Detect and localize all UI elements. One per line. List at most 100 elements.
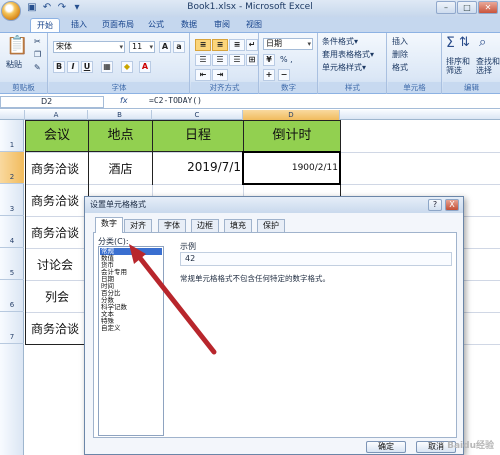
tab-insert[interactable]: 插入 — [65, 18, 93, 32]
number-format-combo[interactable]: 日期 — [263, 38, 313, 50]
tab-fill[interactable]: 填充 — [224, 219, 252, 232]
insert-cells-button[interactable]: 插入 — [392, 36, 408, 47]
window-controls: – □ ✕ — [436, 1, 498, 14]
sort-filter-button[interactable]: 排序和筛选 — [446, 57, 476, 75]
select-all-corner[interactable] — [0, 110, 25, 120]
italic-button[interactable]: I — [67, 61, 79, 73]
currency-icon[interactable]: ¥ — [263, 54, 275, 66]
tab-border[interactable]: 边框 — [191, 219, 219, 232]
font-name-combo[interactable]: 宋体 — [53, 41, 125, 53]
office-button[interactable] — [1, 1, 21, 21]
cell-c2[interactable]: 2019/7/1 — [153, 160, 241, 174]
row-header[interactable]: 5 — [0, 248, 24, 280]
increase-decimal-icon[interactable]: + — [263, 69, 275, 81]
tab-review[interactable]: 审阅 — [208, 18, 236, 32]
cell-a2[interactable]: 商务洽谈 — [31, 160, 79, 177]
number-tab-panel: 分类(C): 常规 数值 货币 会计专用 日期 时间 百分比 分数 科学记数 文… — [93, 232, 457, 438]
cell-a6[interactable]: 列会 — [45, 288, 69, 305]
cell-a4[interactable]: 商务洽谈 — [31, 224, 79, 241]
group-styles: 条件格式▾ 套用表格格式▾ 单元格样式▾ 样式 — [319, 33, 387, 94]
bold-button[interactable]: B — [53, 61, 65, 73]
cell-styles-button[interactable]: 单元格样式▾ — [322, 62, 366, 73]
percent-comma-buttons[interactable]: % , — [280, 55, 293, 64]
fill-color-icon[interactable]: ◆ — [121, 61, 133, 73]
decrease-decimal-icon[interactable]: − — [278, 69, 290, 81]
category-listbox[interactable]: 常规 数值 货币 会计专用 日期 时间 百分比 分数 科学记数 文本 特殊 自定… — [98, 246, 164, 436]
paste-icon[interactable]: 📋 — [6, 35, 28, 56]
decrease-indent-icon[interactable]: ⇤ — [195, 69, 211, 81]
row-header[interactable]: 7 — [0, 312, 24, 344]
active-cell-d2 — [242, 151, 341, 185]
delete-cells-button[interactable]: 删除 — [392, 49, 408, 60]
column-header-d[interactable]: D — [243, 110, 340, 120]
list-item[interactable]: 自定义 — [100, 325, 162, 332]
name-box[interactable]: D2 — [0, 96, 104, 108]
tab-font[interactable]: 字体 — [158, 219, 186, 232]
merge-center-icon[interactable]: ⊞ — [246, 54, 258, 66]
row-header[interactable]: 2 — [0, 152, 24, 184]
tab-page-layout[interactable]: 页面布局 — [98, 18, 138, 32]
align-bottom-icon[interactable]: ≡ — [229, 39, 245, 51]
help-button[interactable]: ? — [428, 199, 442, 211]
tab-number[interactable]: 数字 — [95, 217, 123, 233]
copy-icon[interactable]: ❐ — [34, 50, 41, 59]
format-painter-icon[interactable]: ✎ — [34, 63, 41, 72]
align-right-icon[interactable]: ☰ — [229, 54, 245, 66]
header-cell-location[interactable]: 地点 — [88, 120, 153, 152]
cell-a7[interactable]: 商务洽谈 — [31, 320, 79, 337]
close-button[interactable]: ✕ — [478, 1, 498, 14]
minimize-button[interactable]: – — [436, 1, 456, 14]
align-top-icon[interactable]: ≡ — [195, 39, 211, 51]
find-icon[interactable]: ⌕ — [479, 35, 486, 50]
row-header[interactable]: 6 — [0, 280, 24, 312]
cell-b2[interactable]: 酒店 — [89, 160, 152, 177]
font-color-icon[interactable]: A — [139, 61, 151, 73]
tab-alignment[interactable]: 对齐 — [124, 219, 152, 232]
column-header-b[interactable]: B — [88, 110, 152, 120]
group-number: 日期 ¥ % , + − 数字 — [260, 33, 318, 94]
row-header[interactable]: 3 — [0, 184, 24, 216]
format-cells-button[interactable]: 格式 — [392, 62, 408, 73]
group-label: 单元格 — [388, 82, 441, 93]
align-left-icon[interactable]: ☰ — [195, 54, 211, 66]
header-cell-countdown[interactable]: 倒计时 — [243, 120, 341, 152]
wrap-text-icon[interactable]: ↵ — [246, 39, 258, 51]
sort-filter-icon[interactable]: ⇅ — [459, 35, 470, 50]
font-size-combo[interactable]: 11 — [129, 41, 155, 53]
column-headers: A B C D — [0, 110, 500, 120]
find-select-button[interactable]: 查找和选择 — [476, 57, 500, 75]
column-header-a[interactable]: A — [25, 110, 88, 120]
fx-icon[interactable]: fx — [120, 96, 128, 105]
tab-formulas[interactable]: 公式 — [142, 18, 170, 32]
row-header[interactable]: 4 — [0, 216, 24, 248]
group-label: 对齐方式 — [191, 82, 258, 93]
underline-button[interactable]: U — [81, 61, 93, 73]
cell-a3[interactable]: 商务洽谈 — [31, 192, 79, 209]
tab-data[interactable]: 数据 — [175, 18, 203, 32]
tab-protection[interactable]: 保护 — [257, 219, 285, 232]
shrink-font-icon[interactable]: a — [173, 41, 185, 53]
header-cell-meeting[interactable]: 会议 — [25, 120, 89, 152]
cell-a5[interactable]: 讨论会 — [37, 256, 73, 273]
grow-font-icon[interactable]: A — [159, 41, 171, 53]
column-header-e[interactable] — [340, 110, 500, 120]
format-cells-dialog: 设置单元格格式 ? X 数字 对齐 字体 边框 填充 保护 分类(C): 常规 … — [84, 196, 464, 455]
formula-input[interactable]: =C2-TODAY() — [149, 96, 202, 105]
sigma-icon[interactable]: Σ — [446, 35, 455, 51]
tab-home[interactable]: 开始 — [30, 18, 60, 32]
column-header-c[interactable]: C — [152, 110, 243, 120]
maximize-button[interactable]: □ — [457, 1, 477, 14]
cut-icon[interactable]: ✂ — [34, 37, 41, 46]
conditional-format-button[interactable]: 条件格式▾ — [322, 36, 358, 47]
border-icon[interactable]: ▦ — [101, 61, 113, 73]
paste-button[interactable]: 粘贴 — [6, 59, 22, 70]
tab-view[interactable]: 视图 — [240, 18, 268, 32]
format-as-table-button[interactable]: 套用表格格式▾ — [322, 49, 374, 60]
dialog-close-button[interactable]: X — [445, 199, 459, 211]
ok-button[interactable]: 确定 — [366, 441, 406, 453]
header-cell-schedule[interactable]: 日程 — [152, 120, 244, 152]
row-header[interactable]: 1 — [0, 120, 24, 152]
increase-indent-icon[interactable]: ⇥ — [212, 69, 228, 81]
align-middle-icon[interactable]: ≡ — [212, 39, 228, 51]
align-center-icon[interactable]: ☰ — [212, 54, 228, 66]
